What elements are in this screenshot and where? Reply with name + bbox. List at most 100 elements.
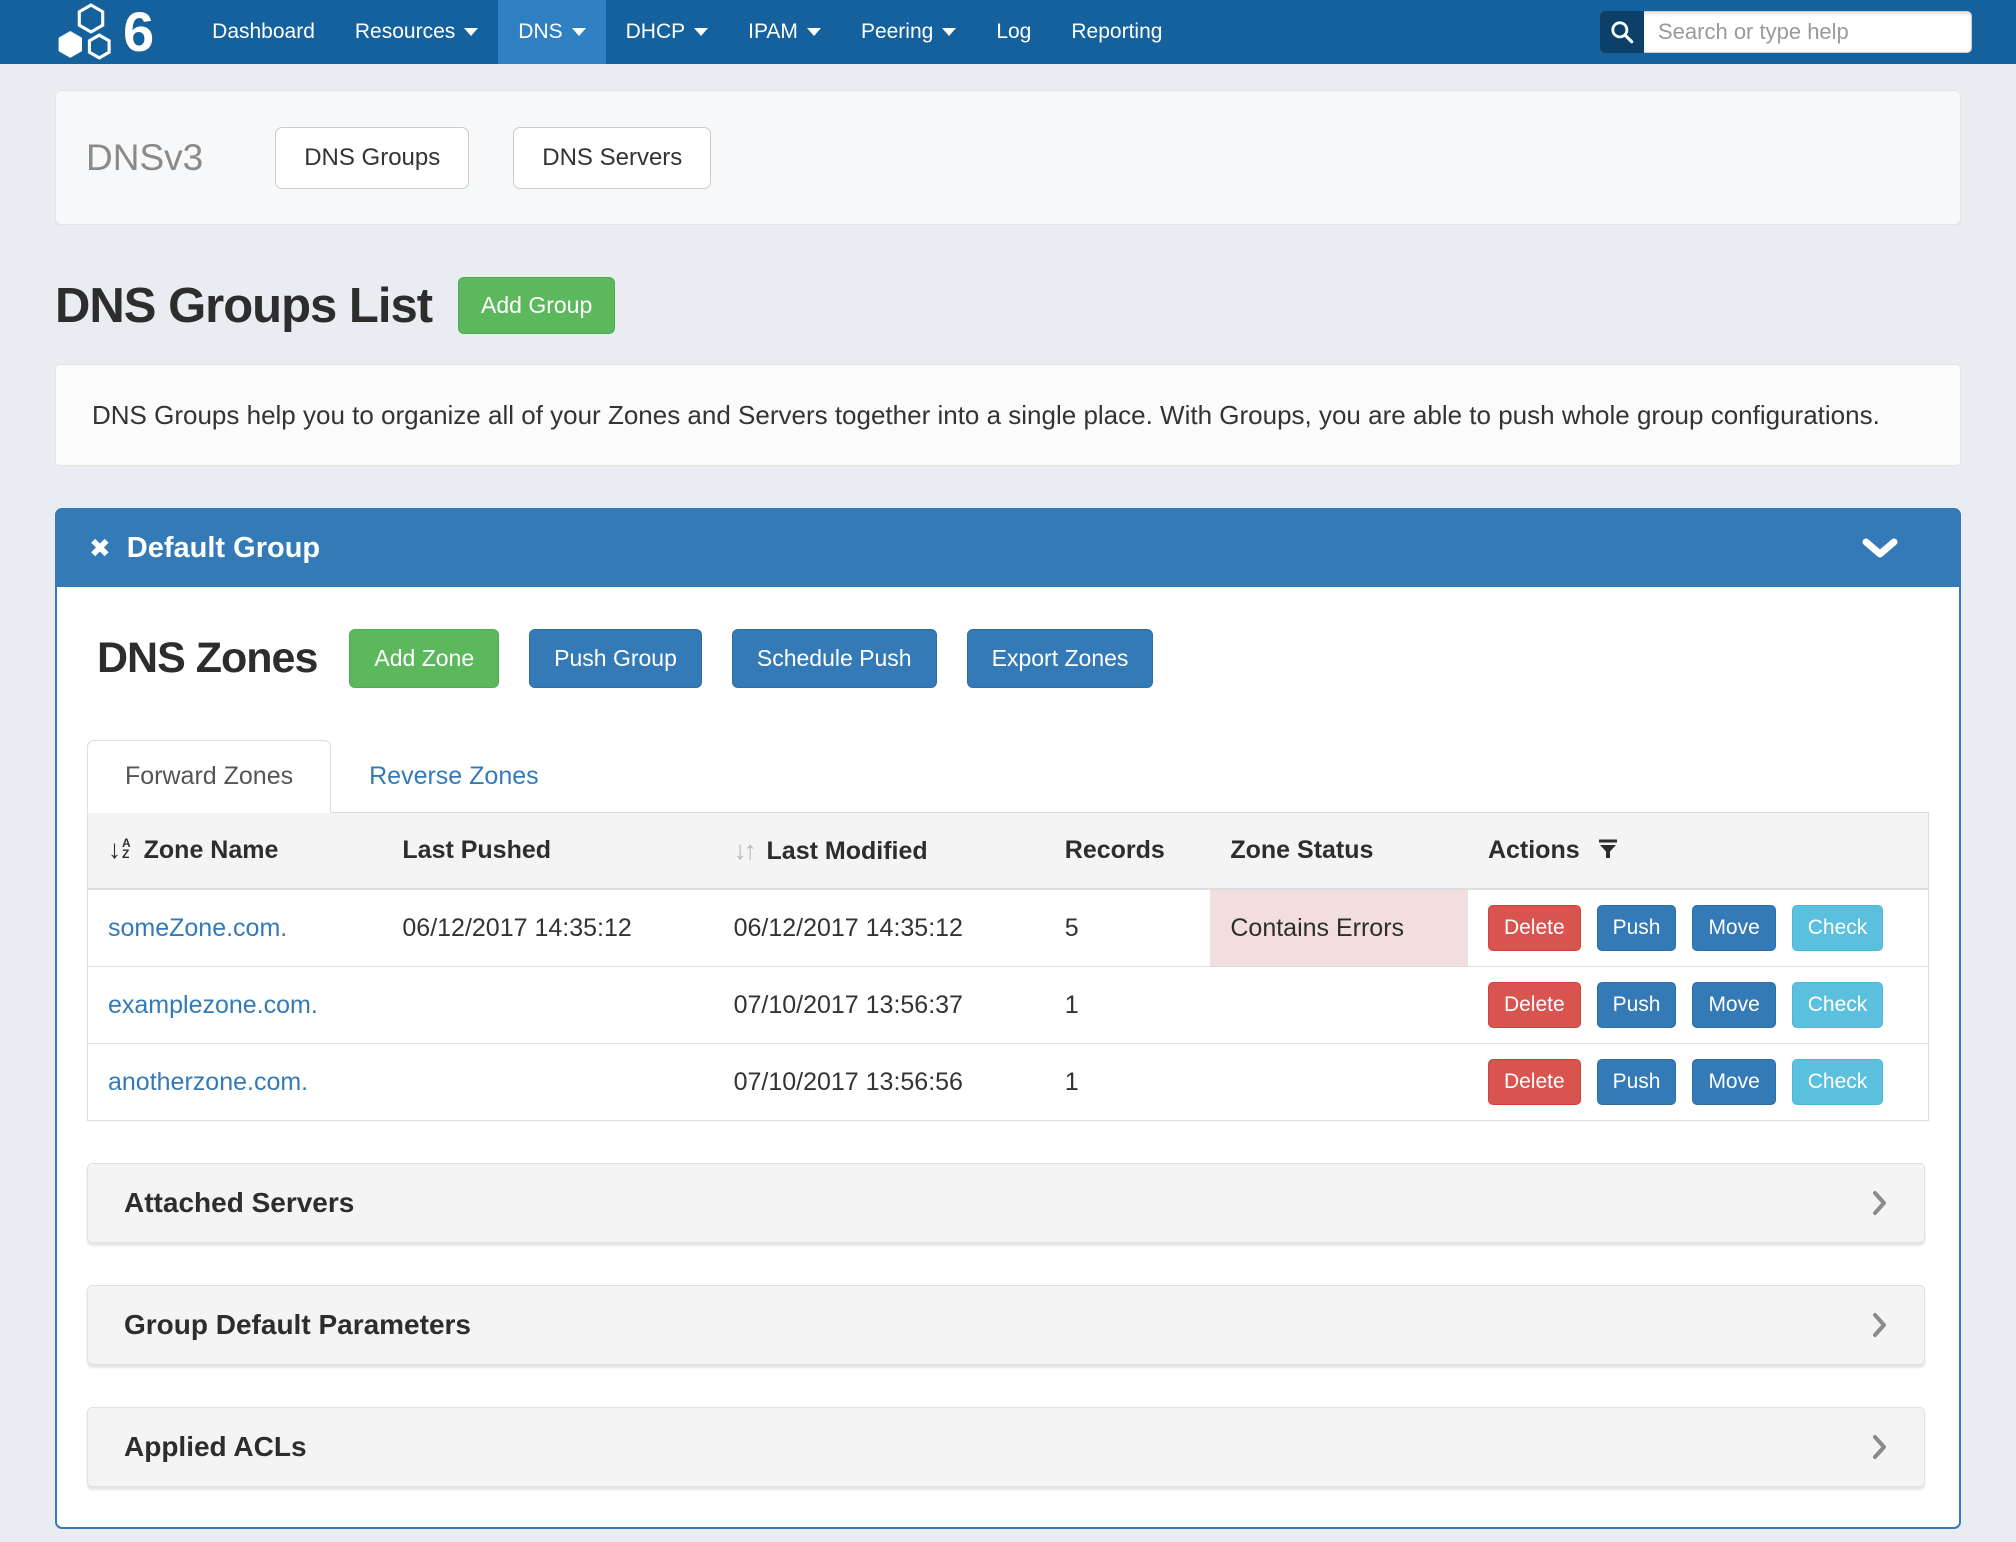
actions-cell: Delete Push Move Check — [1468, 889, 1928, 967]
table-header-row: ↓AZ Zone Name Last Pushed ↓↑ Last Modifi… — [88, 813, 1928, 889]
close-icon[interactable]: ✖ — [89, 534, 111, 564]
accordion-applied-acls[interactable]: Applied ACLs — [87, 1407, 1925, 1487]
nav-item-dashboard[interactable]: Dashboard — [192, 0, 335, 64]
col-actions: Actions — [1468, 813, 1928, 889]
accordion-label: Group Default Parameters — [124, 1309, 471, 1341]
accordion-attached-servers[interactable]: Attached Servers — [87, 1163, 1925, 1243]
push-group-button[interactable]: Push Group — [529, 629, 702, 688]
zone-status-cell — [1210, 1044, 1468, 1121]
tab-reverse-zones[interactable]: Reverse Zones — [331, 740, 577, 813]
nav-label: DNS — [518, 20, 562, 44]
col-last-pushed[interactable]: Last Pushed — [382, 813, 713, 889]
move-button[interactable]: Move — [1692, 1059, 1775, 1105]
delete-button[interactable]: Delete — [1488, 905, 1581, 951]
zones-table-wrap: ↓AZ Zone Name Last Pushed ↓↑ Last Modifi… — [87, 813, 1929, 1121]
dns-servers-button[interactable]: DNS Servers — [513, 127, 711, 189]
zone-name-link[interactable]: someZone.com. — [108, 914, 287, 942]
zone-name-link[interactable]: examplezone.com. — [108, 991, 318, 1019]
caret-down-icon — [572, 28, 586, 36]
check-button[interactable]: Check — [1792, 1059, 1884, 1105]
col-last-modified[interactable]: ↓↑ Last Modified — [714, 813, 1045, 889]
export-zones-button[interactable]: Export Zones — [967, 629, 1154, 688]
records-cell: 5 — [1045, 889, 1211, 967]
accordion-label: Attached Servers — [124, 1187, 354, 1219]
page-title-row: DNS Groups List Add Group — [55, 277, 1961, 334]
sort-updown-icon[interactable]: ↓↑ — [734, 835, 754, 865]
accordion-group-default-parameters[interactable]: Group Default Parameters — [87, 1285, 1925, 1365]
table-row: someZone.com. 06/12/2017 14:35:12 06/12/… — [88, 889, 1928, 967]
actions-cell: Delete Push Move Check — [1468, 967, 1928, 1044]
last-modified-cell: 07/10/2017 13:56:56 — [714, 1044, 1045, 1121]
nav-label: Peering — [861, 20, 933, 44]
move-button[interactable]: Move — [1692, 905, 1775, 951]
records-cell: 1 — [1045, 1044, 1211, 1121]
nav-item-dns[interactable]: DNS — [498, 0, 605, 64]
nav-item-log[interactable]: Log — [976, 0, 1051, 64]
app-logo[interactable]: 6 — [55, 0, 154, 64]
push-button[interactable]: Push — [1597, 905, 1677, 951]
nav-item-dhcp[interactable]: DHCP — [606, 0, 729, 64]
delete-button[interactable]: Delete — [1488, 982, 1581, 1028]
last-modified-cell: 06/12/2017 14:35:12 — [714, 889, 1045, 967]
nav-label: Dashboard — [212, 20, 315, 44]
check-button[interactable]: Check — [1792, 905, 1884, 951]
nav-label: Resources — [355, 20, 455, 44]
dns-zones-heading: DNS Zones — [97, 634, 317, 683]
move-button[interactable]: Move — [1692, 982, 1775, 1028]
last-modified-cell: 07/10/2017 13:56:37 — [714, 967, 1045, 1044]
accordion-label: Applied ACLs — [124, 1431, 307, 1463]
description-box: DNS Groups help you to organize all of y… — [55, 364, 1961, 466]
col-label: Zone Status — [1230, 836, 1373, 864]
push-button[interactable]: Push — [1597, 1059, 1677, 1105]
nav-item-peering[interactable]: Peering — [841, 0, 976, 64]
caret-down-icon — [807, 28, 821, 36]
filter-icon[interactable] — [1597, 838, 1619, 860]
default-group-header[interactable]: ✖ Default Group — [57, 510, 1959, 587]
delete-button[interactable]: Delete — [1488, 1059, 1581, 1105]
nav-label: IPAM — [748, 20, 798, 44]
push-button[interactable]: Push — [1597, 982, 1677, 1028]
col-records[interactable]: Records — [1045, 813, 1211, 889]
caret-down-icon — [942, 28, 956, 36]
logo-six-label: 6 — [123, 4, 154, 60]
main-menu: Dashboard Resources DNS DHCP IPAM Peerin… — [192, 0, 1182, 64]
dns-zones-toolbar: DNS Zones Add Zone Push Group Schedule P… — [97, 629, 1929, 688]
last-pushed-cell — [382, 967, 713, 1044]
nav-item-ipam[interactable]: IPAM — [728, 0, 841, 64]
default-group-panel: ✖ Default Group DNS Zones Add Zone Push … — [55, 508, 1961, 1529]
search-input[interactable] — [1644, 11, 1972, 53]
check-button[interactable]: Check — [1792, 982, 1884, 1028]
add-zone-button[interactable]: Add Zone — [349, 629, 499, 688]
chevron-right-icon — [1872, 1433, 1888, 1461]
zone-name-link[interactable]: anotherzone.com. — [108, 1068, 308, 1096]
sort-alpha-asc-icon[interactable]: ↓AZ — [108, 837, 131, 861]
logo-hexagons-icon — [55, 3, 127, 61]
nav-label: DHCP — [626, 20, 686, 44]
table-row: anotherzone.com. 07/10/2017 13:56:56 1 D… — [88, 1044, 1928, 1121]
schedule-push-button[interactable]: Schedule Push — [732, 629, 937, 688]
dnsv3-subheader: DNSv3 DNS Groups DNS Servers — [55, 90, 1961, 225]
col-zone-status[interactable]: Zone Status — [1210, 813, 1468, 889]
nav-item-resources[interactable]: Resources — [335, 0, 498, 64]
tab-forward-zones[interactable]: Forward Zones — [87, 740, 331, 813]
zone-status-cell — [1210, 967, 1468, 1044]
dns-groups-button[interactable]: DNS Groups — [275, 127, 469, 189]
zone-status-cell: Contains Errors — [1210, 889, 1468, 967]
table-row: examplezone.com. 07/10/2017 13:56:37 1 D… — [88, 967, 1928, 1044]
nav-item-reporting[interactable]: Reporting — [1051, 0, 1182, 64]
col-zone-name[interactable]: ↓AZ Zone Name — [88, 813, 382, 889]
zones-tabs: Forward Zones Reverse Zones — [87, 740, 1929, 813]
description-text: DNS Groups help you to organize all of y… — [92, 395, 1882, 435]
col-label: Last Pushed — [402, 836, 551, 864]
chevron-right-icon — [1872, 1311, 1888, 1339]
group-title: Default Group — [127, 532, 320, 565]
add-group-button[interactable]: Add Group — [458, 277, 615, 334]
search-icon[interactable] — [1600, 11, 1644, 53]
last-pushed-cell — [382, 1044, 713, 1121]
caret-down-icon — [694, 28, 708, 36]
chevron-down-icon[interactable] — [1861, 537, 1899, 561]
dnsv3-label: DNSv3 — [86, 137, 203, 179]
caret-down-icon — [464, 28, 478, 36]
default-group-body: DNS Zones Add Zone Push Group Schedule P… — [57, 587, 1959, 1527]
zones-table: ↓AZ Zone Name Last Pushed ↓↑ Last Modifi… — [88, 813, 1928, 1120]
